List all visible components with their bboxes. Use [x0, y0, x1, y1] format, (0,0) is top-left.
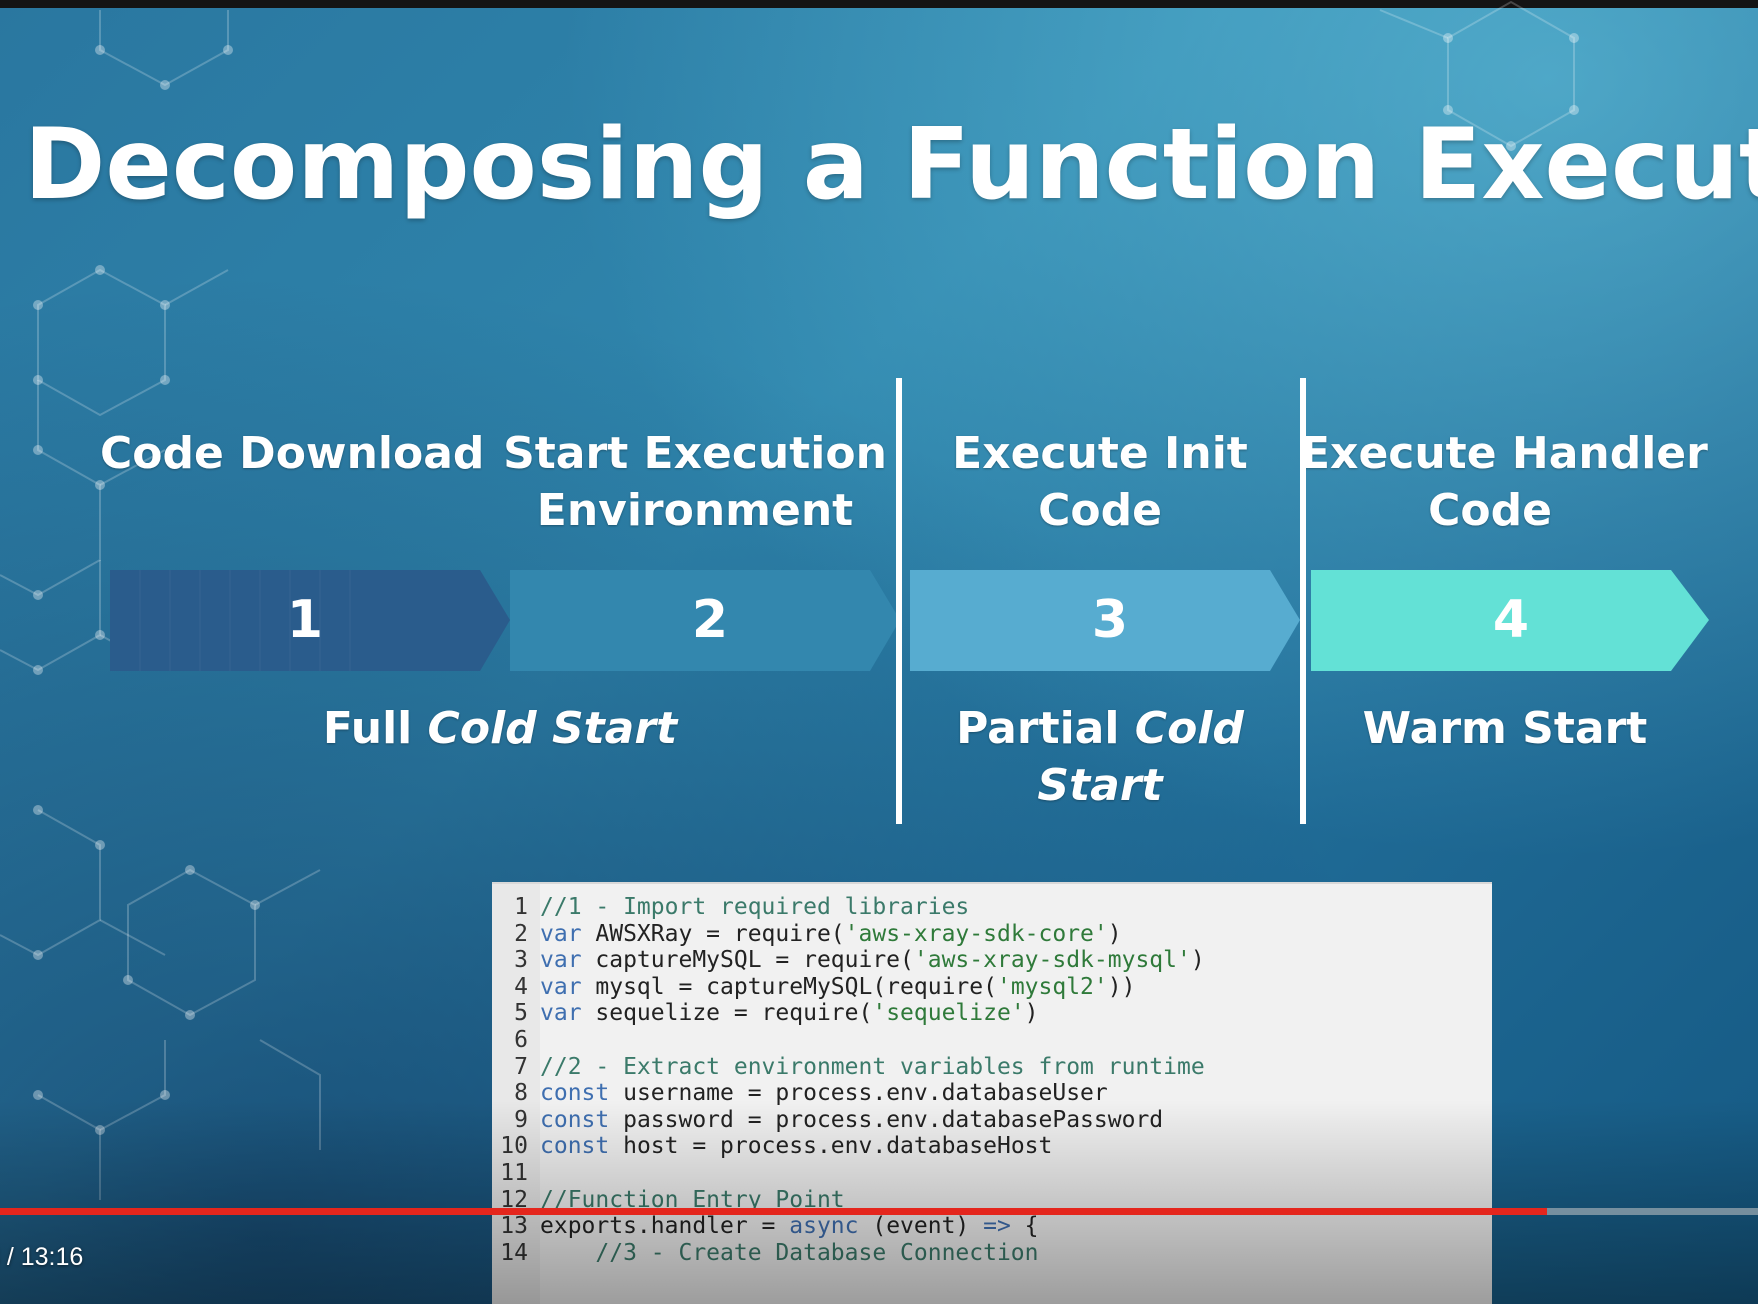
stage-4-label-line2: Code [1428, 485, 1552, 537]
line-number: 7 [514, 1053, 528, 1080]
partial-cold-start-plain: Partial [956, 703, 1135, 754]
line-number: 3 [514, 947, 528, 974]
partial-cold-start-line2: Start [1037, 760, 1163, 812]
code-token: captureMySQL = require( [581, 947, 914, 974]
video-progress-bar[interactable] [0, 1208, 1758, 1215]
code-token: exports.handler = [540, 1213, 790, 1240]
full-cold-start-plain: Full [322, 703, 428, 754]
stage-1-label: Code Download [100, 425, 485, 482]
code-line: 2 var AWSXRay = require('aws-xray-sdk-cor… [492, 919, 1122, 949]
partial-cold-start-italic: Cold [1134, 703, 1244, 754]
line-number: 2 [514, 920, 528, 947]
code-token: username = process.env.databaseUser [609, 1080, 1108, 1107]
code-token: //2 - Extract environment variables from… [540, 1053, 1205, 1080]
code-token: AWSXRay = require( [581, 920, 845, 947]
warm-start-text: Warm Start [1362, 703, 1648, 754]
code-token: var [540, 920, 582, 947]
line-number: 11 [500, 1160, 528, 1186]
stage-3-number: 3 [1091, 590, 1129, 650]
code-line: 5 var sequelize = require('sequelize') [492, 998, 1039, 1028]
stage-4-label: Execute Handler Code [1300, 425, 1708, 539]
line-number: 4 [514, 973, 528, 1000]
stage-2-arrow: 2 [510, 570, 900, 671]
code-token: async [789, 1213, 859, 1240]
line-number: 9 [514, 1106, 528, 1133]
code-line: 6 [492, 1025, 540, 1055]
code-token: const [540, 1133, 610, 1160]
stage-3-label: Execute Init Code [910, 425, 1290, 539]
code-token: const [540, 1106, 610, 1133]
code-token: )) [1107, 973, 1136, 1000]
code-line: 13 exports.handler = async (event) => { [492, 1211, 1039, 1241]
code-token: 'aws-xray-sdk-core' [844, 920, 1108, 947]
line-number: 8 [514, 1080, 528, 1107]
code-line: 11 [492, 1158, 540, 1188]
code-line: 10 const host = process.env.databaseHost [492, 1131, 1052, 1161]
code-token: (event) [858, 1213, 984, 1240]
code-token: const [540, 1080, 610, 1107]
stage-2-label-line1: Start Execution [503, 428, 887, 479]
code-line: 8 const username = process.env.databaseUs… [492, 1078, 1108, 1108]
full-cold-start-italic: Cold Start [427, 703, 678, 754]
line-number: 14 [500, 1239, 528, 1266]
stage-2-number: 2 [691, 590, 729, 650]
full-cold-start-label: Full Cold Start [300, 700, 700, 757]
code-token: mysql = captureMySQL(require( [581, 973, 997, 1000]
code-token: ) [1107, 920, 1122, 947]
line-number: 6 [514, 1027, 528, 1053]
slide-frame: Decomposing a Function Execution Code Do… [0, 0, 1758, 1304]
code-token: var [540, 1000, 582, 1027]
code-token: password = process.env.databasePassword [609, 1106, 1164, 1133]
code-editor-panel: 1 //1 - Import required libraries 2 var AWS… [492, 882, 1492, 1304]
slide-title: Decomposing a Function Execution [24, 108, 1758, 222]
code-line: 9 const password = process.env.databasePa… [492, 1105, 1163, 1135]
stage-4-number: 4 [1492, 590, 1530, 650]
phase-divider-1 [896, 378, 902, 824]
stage-2-label-line2: Environment [536, 485, 854, 537]
stage-2-label: Start Execution Environment [500, 425, 890, 539]
code-line: 3 var captureMySQL = require('aws-xray-sd… [492, 945, 1205, 975]
stage-4-arrow: 4 [1311, 570, 1709, 671]
video-time-display: 3 / 13:16 [0, 1243, 84, 1271]
video-progress-played [0, 1208, 1548, 1215]
code-line: 4 var mysql = captureMySQL(require('mysql… [492, 972, 1135, 1002]
code-token: ) [1190, 947, 1205, 974]
line-number: 5 [514, 1000, 528, 1027]
stage-1-arrow: 1 [110, 570, 510, 671]
code-token: 'mysql2' [996, 973, 1108, 1000]
code-line: 14 //3 - Create Database Connection [492, 1238, 1039, 1268]
code-token: //3 - Create Database Connection [595, 1239, 1039, 1266]
phase-divider-2 [1300, 378, 1306, 824]
stage-3-label-line1: Execute Init [952, 428, 1248, 479]
stage-1-number: 1 [286, 590, 324, 650]
stage-4-label-line1: Execute Handler [1300, 428, 1708, 479]
code-line: 7 //2 - Extract environment variables fro… [492, 1052, 1205, 1082]
code-token: var [540, 973, 582, 1000]
code-token: ) [1024, 1000, 1039, 1027]
code-token: 'aws-xray-sdk-mysql' [913, 947, 1191, 974]
stage-3-arrow: 3 [910, 570, 1300, 671]
stage-3-label-line2: Code [1038, 485, 1162, 537]
warm-start-label: Warm Start [1310, 700, 1700, 757]
code-token: var [540, 947, 582, 974]
code-token: 'sequelize' [872, 1000, 1025, 1027]
line-number: 1 [514, 894, 528, 920]
code-token: //1 - Import required libraries [540, 894, 970, 920]
line-number: 13 [500, 1213, 528, 1240]
code-token: sequelize = require( [581, 1000, 873, 1027]
code-token: { [1010, 1213, 1039, 1240]
code-line: 1 //1 - Import required libraries [492, 892, 969, 922]
stage-1-label-line1: Code Download [100, 428, 485, 479]
code-token: => [983, 1213, 1011, 1240]
code-token: host = process.env.databaseHost [609, 1133, 1053, 1160]
partial-cold-start-label: Partial Cold Start [910, 700, 1290, 814]
line-number: 10 [500, 1133, 528, 1160]
